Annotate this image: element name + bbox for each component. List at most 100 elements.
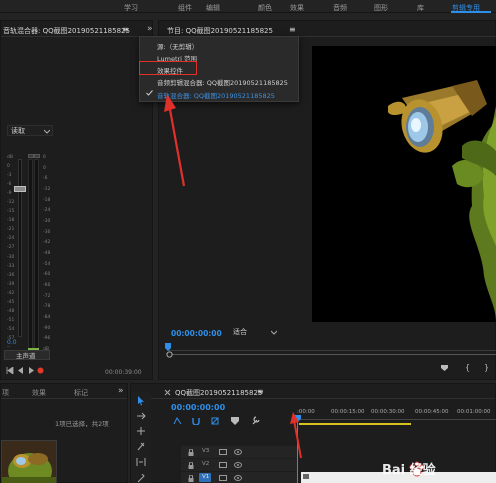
automation-mode-label: 读取 bbox=[11, 127, 25, 135]
workspace-tab-color[interactable]: 颜色 bbox=[258, 3, 272, 13]
zoom-fit-label: 适合 bbox=[233, 328, 247, 336]
snap-icon[interactable] bbox=[192, 417, 200, 425]
linked-selection-icon[interactable] bbox=[211, 417, 219, 425]
effects-tab-label[interactable]: 效果 bbox=[32, 388, 46, 398]
character-thumbnail-image bbox=[2, 441, 56, 483]
fader-handle[interactable] bbox=[14, 186, 26, 192]
record-icon[interactable] bbox=[37, 367, 44, 374]
peak-indicator-right bbox=[34, 154, 40, 158]
mixer-menu-icon[interactable]: ≡ bbox=[122, 25, 129, 34]
meter-scale-label: -90 bbox=[43, 325, 51, 331]
play-icon[interactable] bbox=[28, 367, 35, 374]
meter-scale-label: 0 bbox=[43, 165, 46, 171]
timeline-timecode[interactable]: 00:00:00:00 bbox=[171, 403, 225, 412]
meter-scale-label: -15 bbox=[7, 209, 15, 215]
meter-scale-label: -30 bbox=[7, 254, 15, 260]
insert-sequence-icon[interactable] bbox=[173, 417, 182, 425]
meter-scale-label: -78 bbox=[43, 304, 51, 310]
workspace-tab-audio[interactable]: 音频 bbox=[333, 3, 347, 13]
menu-item-source[interactable]: 源:（无剪辑） bbox=[157, 41, 198, 51]
track-headers: V3 V2 V1 bbox=[181, 446, 297, 483]
workspace-tab-graphics[interactable]: 图形 bbox=[374, 3, 388, 13]
panel-overflow-icon[interactable]: » bbox=[118, 386, 124, 396]
slip-tool-icon[interactable] bbox=[136, 458, 146, 466]
razor-tool-icon[interactable] bbox=[136, 442, 146, 451]
playhead-marker-icon[interactable] bbox=[165, 343, 171, 351]
workspace-tab-learn[interactable]: 学习 bbox=[124, 3, 138, 13]
meter-scale-label: -12 bbox=[7, 200, 15, 206]
meter-scale-label: -72 bbox=[43, 293, 51, 299]
eye-icon[interactable] bbox=[234, 449, 242, 455]
add-marker-icon[interactable] bbox=[441, 365, 448, 371]
clip-thumbnail[interactable] bbox=[1, 440, 57, 483]
mark-in-icon[interactable]: { bbox=[465, 364, 470, 372]
add-marker-icon[interactable] bbox=[231, 417, 239, 425]
workspace-tab-effects[interactable]: 效果 bbox=[290, 3, 304, 13]
sequence-tab-label[interactable]: QQ截图20190521185825 bbox=[175, 388, 262, 398]
automation-mode-dropdown[interactable]: 读取 bbox=[7, 125, 53, 136]
meter-scale-label: dB bbox=[7, 155, 13, 160]
toggle-sync-lock-icon[interactable] bbox=[219, 449, 227, 455]
meter-scale-label: -6 bbox=[7, 182, 12, 188]
watermark-text: Bai 经验 bbox=[382, 463, 436, 478]
workspace-tab-editing[interactable]: 编辑 bbox=[206, 3, 220, 13]
workspace-tab-assembly[interactable]: 组件 bbox=[178, 3, 192, 13]
fader-value[interactable]: 0.0 bbox=[7, 340, 17, 346]
meter-scale-label: 0 bbox=[7, 164, 10, 170]
meter-scale-label: -30 bbox=[43, 219, 51, 224]
timeline-menu-icon[interactable]: ≡ bbox=[257, 387, 264, 396]
mixer-timecode: 00:00:39:00 bbox=[105, 369, 142, 376]
meter-scale-label: -18 bbox=[43, 197, 51, 203]
lock-icon[interactable] bbox=[188, 462, 194, 469]
go-to-in-icon[interactable] bbox=[6, 367, 14, 374]
track-row-v2: V2 bbox=[181, 459, 297, 471]
project-tab-label[interactable]: 项 bbox=[2, 388, 9, 398]
panel-overflow-icon[interactable]: » bbox=[147, 24, 153, 34]
meter-scale-label: -45 bbox=[7, 299, 15, 305]
meter-scale-label: 6 bbox=[43, 155, 46, 160]
meter-scale-label: -42 bbox=[43, 240, 51, 246]
lock-icon[interactable] bbox=[188, 449, 194, 456]
zoom-fit-dropdown[interactable]: 适合 bbox=[233, 327, 281, 338]
tools-panel bbox=[131, 392, 151, 483]
mark-out-icon[interactable]: } bbox=[484, 364, 489, 372]
program-menu-icon[interactable]: ≡ bbox=[289, 25, 296, 34]
meter-scale-label: -24 bbox=[7, 236, 15, 242]
highlight-annotation-box bbox=[139, 61, 197, 75]
program-tab-label[interactable]: 节目: QQ截图20190521185825 bbox=[167, 26, 273, 36]
meter-scale-label: -48 bbox=[7, 308, 15, 314]
toggle-sync-lock-icon[interactable] bbox=[219, 475, 227, 481]
meter-scale-label: -6 bbox=[43, 176, 48, 182]
meter-scale-label: -24 bbox=[43, 208, 51, 214]
project-panel: 项 效果 标记 » 1项已选择，共2项 bbox=[0, 383, 128, 483]
eye-icon[interactable] bbox=[234, 475, 242, 481]
level-meter-right bbox=[34, 159, 39, 351]
lock-icon[interactable] bbox=[188, 475, 194, 482]
eye-icon[interactable] bbox=[234, 462, 242, 468]
close-icon[interactable] bbox=[164, 389, 171, 396]
wrench-icon[interactable] bbox=[251, 416, 260, 425]
pen-tool-icon[interactable] bbox=[136, 474, 146, 483]
ripple-edit-tool-icon[interactable] bbox=[136, 427, 146, 435]
track-select-tool-icon[interactable] bbox=[136, 412, 146, 420]
meter-scale-label: -36 bbox=[43, 229, 51, 235]
watermark: Bai 经验 bbox=[380, 458, 496, 483]
meter-scale-label: -12 bbox=[43, 187, 51, 192]
master-track-button[interactable]: 主声道 bbox=[4, 350, 50, 360]
markers-tab-label[interactable]: 标记 bbox=[74, 388, 88, 398]
toggle-sync-lock-icon[interactable] bbox=[219, 462, 227, 468]
meter-scale-label: -3 bbox=[7, 173, 12, 179]
workspace-tab-libraries[interactable]: 库 bbox=[417, 3, 424, 13]
mixer-tab-label[interactable]: 音轨混合器: QQ截图20190521185825 bbox=[3, 26, 130, 36]
meter-scale-label: -66 bbox=[43, 283, 51, 288]
program-scrub-ruler[interactable] bbox=[167, 343, 496, 351]
tab-divider bbox=[1, 36, 152, 37]
zoom-scroll-bar[interactable] bbox=[169, 354, 496, 355]
selection-tool-icon[interactable] bbox=[137, 396, 145, 406]
zoom-handle-icon[interactable] bbox=[166, 351, 173, 358]
menu-item-audio-clip-mixer[interactable]: 音频剪辑混合器: QQ截图20190521185825 bbox=[157, 77, 288, 87]
program-timecode[interactable]: 00:00:00:00 bbox=[171, 329, 222, 338]
timeline-ruler[interactable]: :00:00 00:00:15:00 00:00:30:00 00:00:45:… bbox=[297, 406, 496, 426]
work-area-bar[interactable] bbox=[299, 423, 411, 425]
loop-icon[interactable] bbox=[17, 367, 24, 374]
